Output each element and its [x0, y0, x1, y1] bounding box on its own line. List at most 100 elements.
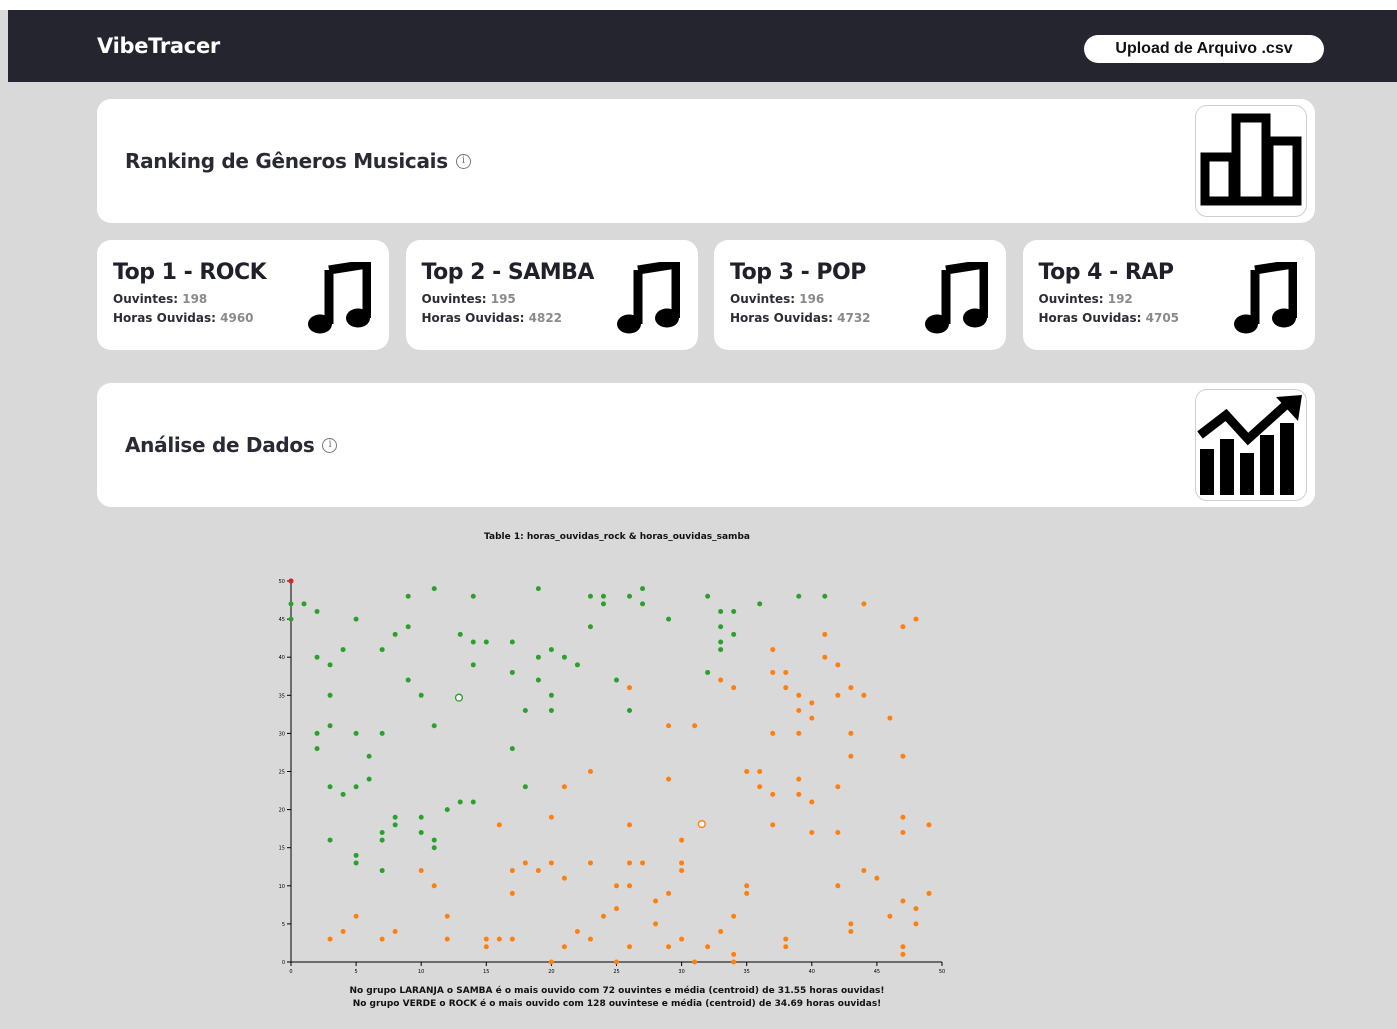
listeners-label: Ouvintes:: [113, 292, 179, 306]
scatter-point: [353, 860, 359, 866]
hours-value: 4732: [837, 311, 871, 325]
scatter-point: [679, 860, 685, 866]
scatter-point: [327, 837, 333, 843]
y-tick-label: 50: [279, 579, 285, 585]
scatter-point: [705, 944, 711, 950]
scatter-point: [509, 639, 515, 645]
scatter-point: [822, 654, 828, 660]
scatter-point: [561, 875, 567, 881]
scatter-point: [809, 715, 815, 721]
x-tick-label: 10: [418, 969, 424, 975]
y-tick-label: 20: [279, 808, 285, 814]
scatter-point: [848, 753, 854, 759]
scatter-point: [587, 769, 593, 774]
scatter-point: [848, 730, 854, 736]
scatter-point: [431, 883, 437, 889]
top-genre-title: Top 4 - RAP: [1038, 260, 1174, 285]
scatter-point: [666, 944, 672, 950]
scatter-point: [718, 677, 724, 683]
scatter-point: [835, 784, 841, 790]
scatter-point: [913, 906, 919, 912]
scatter-point: [887, 913, 893, 919]
y-tick-label: 25: [279, 770, 285, 776]
x-tick-label: 20: [548, 969, 554, 975]
scatter-point: [353, 730, 359, 736]
top-genre-title: Top 3 - POP: [730, 260, 866, 285]
scatter-point: [718, 624, 724, 630]
listeners-line: Ouvintes: 198: [113, 292, 207, 306]
scatter-point: [835, 883, 841, 889]
scatter-point: [900, 814, 906, 820]
music-note-icon: [1233, 258, 1297, 338]
top-genre-title: Top 1 - ROCK: [113, 260, 267, 285]
scatter-point: [327, 662, 333, 668]
scatter-point: [692, 959, 698, 965]
scatter-point: [692, 723, 698, 729]
scatter-point: [457, 631, 463, 637]
brand-logo[interactable]: VibeTracer: [97, 34, 220, 58]
scatter-point: [587, 624, 593, 630]
x-tick-label: 35: [744, 969, 750, 975]
scatter-point: [796, 708, 802, 714]
scatter-point: [926, 890, 932, 896]
scatter-point: [587, 936, 593, 942]
scatter-point: [314, 608, 320, 614]
scatter-point: [314, 746, 320, 752]
hours-value: 4822: [528, 311, 563, 325]
scatter-point: [509, 890, 515, 896]
ranking-section-card: Ranking de Gêneros Musicais i: [97, 99, 1315, 223]
info-icon[interactable]: i: [455, 153, 471, 169]
scatter-point: [614, 959, 619, 965]
scatter-point: [548, 814, 554, 820]
scatter-point: [600, 601, 606, 607]
scatter-point: [640, 586, 646, 592]
scatter-point: [366, 753, 372, 759]
x-tick-label: 50: [939, 969, 945, 975]
upload-csv-button[interactable]: Upload de Arquivo .csv: [1084, 35, 1324, 63]
scatter-point: [731, 959, 737, 965]
scatter-point: [353, 852, 359, 858]
scatter-point: [614, 677, 619, 683]
listeners-value: 195: [490, 292, 516, 306]
scatter-point: [470, 639, 476, 645]
scatter-point: [509, 868, 515, 874]
scatter-point: [848, 929, 854, 935]
navbar: VibeTracer Upload de Arquivo .csv: [8, 10, 1397, 82]
scatter-point: [392, 814, 398, 820]
listeners-label: Ouvintes:: [421, 292, 487, 306]
scatter-point: [900, 753, 906, 759]
scatter-point: [496, 936, 502, 942]
scatter-point: [900, 951, 906, 957]
scatter-point: [809, 799, 815, 805]
scatter-point: [483, 936, 489, 942]
info-icon[interactable]: i: [322, 437, 338, 453]
y-tick-label: 30: [279, 731, 285, 737]
analysis-section-card: Análise de Dados i: [97, 383, 1315, 507]
scatter-point: [627, 944, 633, 950]
scatter-point: [509, 746, 515, 752]
scatter-point: [418, 829, 424, 835]
scatter-point: [809, 700, 815, 706]
scatter-point: [640, 860, 646, 866]
scatter-point: [861, 868, 867, 874]
y-tick-label: 40: [279, 655, 285, 661]
scatter-chart: 0 5 10 15 20 25 30 35 40 45 50 0 5 10 15 20 25 30 35 40 45 50: [270, 570, 960, 984]
scatter-point: [809, 829, 815, 835]
scatter-point: [418, 814, 424, 820]
y-tick-label: 10: [279, 884, 285, 890]
x-tick-label: 30: [678, 969, 684, 975]
scatter-point: [861, 601, 867, 607]
top-genre-card: Top 4 - RAP Ouvintes: 192 Horas Ouvidas: 4…: [1022, 240, 1315, 350]
x-tick-label: 40: [809, 969, 815, 975]
scatter-point: [796, 593, 802, 599]
scatter-point: [327, 692, 333, 698]
scatter-point: [379, 730, 385, 736]
scatter-point: [379, 936, 385, 942]
scatter-point: [731, 685, 737, 691]
trending-chart-icon: [1197, 395, 1302, 495]
scatter-point: [796, 692, 802, 698]
scatter-point: [548, 692, 554, 698]
scatter-point: [731, 951, 737, 957]
scatter-point: [444, 913, 450, 919]
scatter-point: [288, 601, 294, 607]
